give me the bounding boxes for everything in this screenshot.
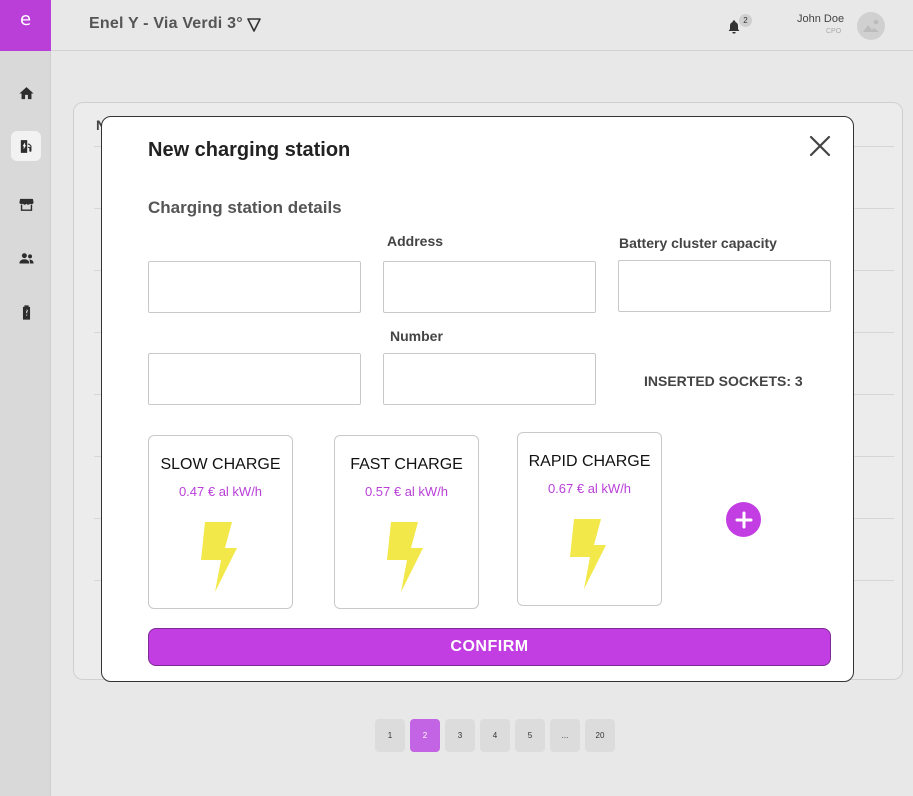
page-button-current[interactable]: 2 <box>410 719 440 752</box>
socket-card-fast[interactable]: FAST CHARGE 0.57 € al kW/h <box>334 435 479 609</box>
number-label: Number <box>390 328 443 344</box>
app-logo[interactable]: e <box>0 0 51 51</box>
socket-card-slow[interactable]: SLOW CHARGE 0.47 € al kW/h <box>148 435 293 609</box>
user-role: CPO <box>826 28 842 35</box>
city-field[interactable] <box>148 353 361 405</box>
avatar-placeholder-icon <box>863 19 879 32</box>
battery-icon <box>22 304 30 320</box>
socket-price: 0.47 € al kW/h <box>178 484 263 499</box>
sidebar-item-home[interactable] <box>11 78 41 108</box>
name-field[interactable] <box>148 261 361 313</box>
add-socket-button[interactable] <box>726 502 761 537</box>
logo-glyph: e <box>19 9 32 30</box>
new-station-modal: New charging station Charging station de… <box>101 116 854 682</box>
store-icon <box>18 198 34 211</box>
sidebar: e <box>0 0 51 796</box>
lightning-bolt-icon <box>570 519 606 589</box>
pagination: 1 2 3 4 5 ... 20 <box>375 719 615 752</box>
socket-price: 0.67 € al kW/h <box>547 481 632 496</box>
sidebar-item-store[interactable] <box>11 189 41 219</box>
chevron-down-icon[interactable] <box>246 17 262 33</box>
home-icon <box>18 86 34 99</box>
socket-price: 0.57 € al kW/h <box>364 484 449 499</box>
page-button-last[interactable]: 20 <box>585 719 615 752</box>
socket-name: SLOW CHARGE <box>160 456 281 473</box>
notification-badge: 2 <box>739 14 752 27</box>
lightning-bolt-icon <box>387 522 423 592</box>
inserted-sockets-count: INSERTED SOCKETS: 3 <box>644 373 803 389</box>
close-icon[interactable] <box>808 134 832 158</box>
page-button[interactable]: 5 <box>515 719 545 752</box>
battery-capacity-field[interactable] <box>618 260 831 312</box>
socket-name: FAST CHARGE <box>350 456 463 473</box>
address-field[interactable] <box>383 261 596 313</box>
user-name: John Doe <box>797 13 845 25</box>
confirm-button[interactable]: CONFIRM <box>148 628 831 666</box>
charging-station-icon <box>20 139 31 153</box>
sidebar-item-battery[interactable] <box>11 297 41 327</box>
sidebar-item-charging-stations[interactable] <box>11 131 41 161</box>
address-label: Address <box>387 233 444 249</box>
lightning-bolt-icon <box>201 522 237 592</box>
sidebar-item-users[interactable] <box>11 243 41 273</box>
page-button[interactable]: 4 <box>480 719 510 752</box>
topbar: Enel Y - Via Verdi 3° 2 John Doe CPO <box>51 0 913 51</box>
plus-icon <box>735 511 752 528</box>
users-icon <box>18 252 34 263</box>
section-title: Charging station details <box>148 198 342 217</box>
page-ellipsis: ... <box>550 719 580 752</box>
station-title[interactable]: Enel Y - Via Verdi 3° <box>89 15 243 33</box>
number-field[interactable] <box>383 353 596 405</box>
page-button[interactable]: 3 <box>445 719 475 752</box>
socket-name: RAPID CHARGE <box>528 453 651 470</box>
battery-capacity-label: Battery cluster capacity <box>619 235 777 251</box>
page-button[interactable]: 1 <box>375 719 405 752</box>
avatar[interactable] <box>857 12 885 40</box>
socket-card-rapid[interactable]: RAPID CHARGE 0.67 € al kW/h <box>517 432 662 606</box>
modal-title: New charging station <box>148 139 351 161</box>
